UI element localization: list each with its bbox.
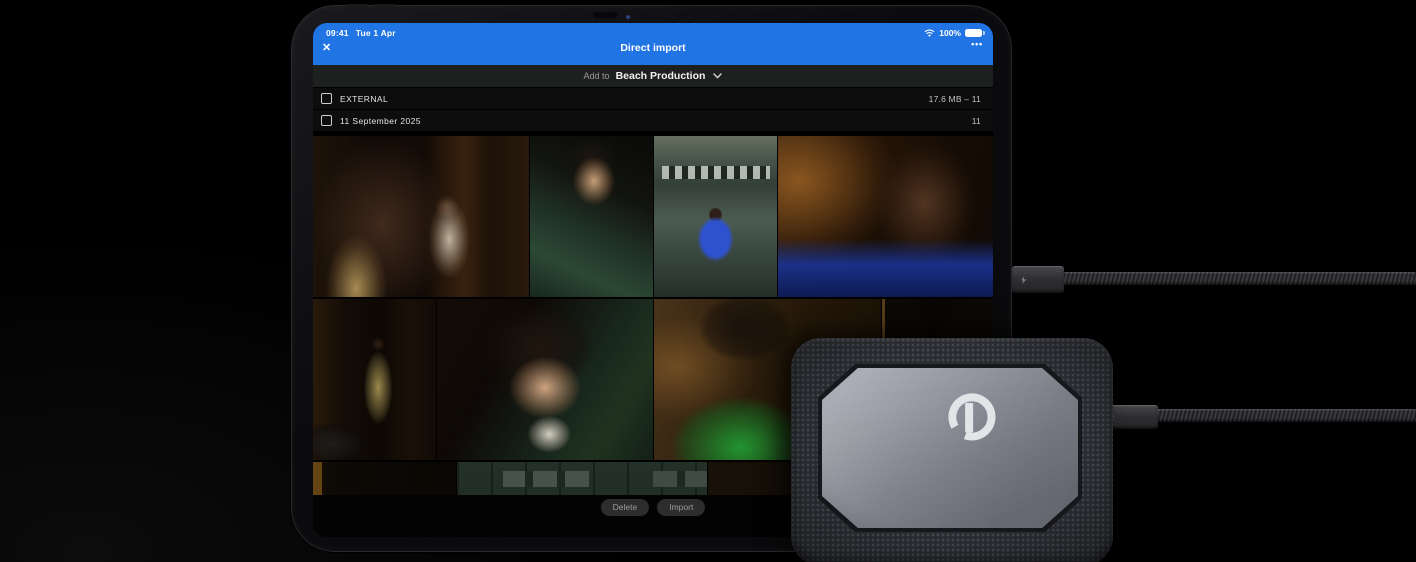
page-title: Direct import <box>313 42 993 54</box>
status-bar: 09:41 Tue 1 Apr 100% <box>313 23 993 38</box>
sensor-dot <box>689 16 692 19</box>
source-size-count: 17.6 MB – 11 <box>929 94 981 104</box>
photo-thumbnail[interactable] <box>313 136 529 297</box>
import-button[interactable]: Import <box>657 499 705 516</box>
usb-c-cable <box>1058 272 1416 285</box>
nav-bar: ✕ Direct import ••• <box>313 40 993 62</box>
front-camera-icon <box>626 15 631 20</box>
usb-c-connector <box>1012 266 1064 293</box>
add-to-dropdown[interactable]: Add to Beach Production <box>313 65 993 88</box>
photo-thumbnail[interactable] <box>437 299 653 460</box>
date-group-checkbox[interactable] <box>321 115 332 126</box>
delete-button[interactable]: Delete <box>601 499 650 516</box>
thunderbolt-icon <box>1020 276 1028 284</box>
portable-ssd <box>791 338 1113 562</box>
battery-icon <box>965 29 982 38</box>
more-menu-icon[interactable]: ••• <box>971 39 983 49</box>
battery-percent: 100% <box>939 28 961 38</box>
photo-thumbnail[interactable] <box>778 136 993 297</box>
add-to-label: Add to <box>584 71 610 81</box>
photo-thumbnail[interactable] <box>654 136 777 297</box>
chevron-down-icon <box>713 73 722 79</box>
volume-button <box>374 4 396 9</box>
photo-thumbnail[interactable] <box>313 299 436 460</box>
photo-thumbnail[interactable] <box>530 136 653 297</box>
date-group-label: 11 September 2025 <box>340 116 421 126</box>
front-camera-housing <box>593 12 618 18</box>
g-drive-logo-icon <box>944 389 1000 445</box>
source-row-external[interactable]: EXTERNAL 17.6 MB – 11 <box>313 88 993 110</box>
date-group-count: 11 <box>972 116 981 126</box>
volume-button <box>346 4 368 9</box>
scene: 09:41 Tue 1 Apr 100% ✕ <box>0 0 1416 562</box>
app-header: 09:41 Tue 1 Apr 100% ✕ <box>313 23 993 65</box>
sensor-dot <box>673 16 676 19</box>
source-label: EXTERNAL <box>340 94 388 104</box>
add-to-value: Beach Production <box>616 70 706 82</box>
photo-row <box>313 136 993 297</box>
wifi-icon <box>924 29 935 38</box>
external-checkbox[interactable] <box>321 93 332 104</box>
usb-c-cable <box>1150 409 1416 422</box>
source-row-date-group[interactable]: 11 September 2025 11 <box>313 110 993 132</box>
status-date: Tue 1 Apr <box>356 28 396 38</box>
photo-thumbnail[interactable] <box>313 462 456 495</box>
photo-thumbnail[interactable] <box>457 462 707 495</box>
status-time: 09:41 <box>326 28 349 38</box>
